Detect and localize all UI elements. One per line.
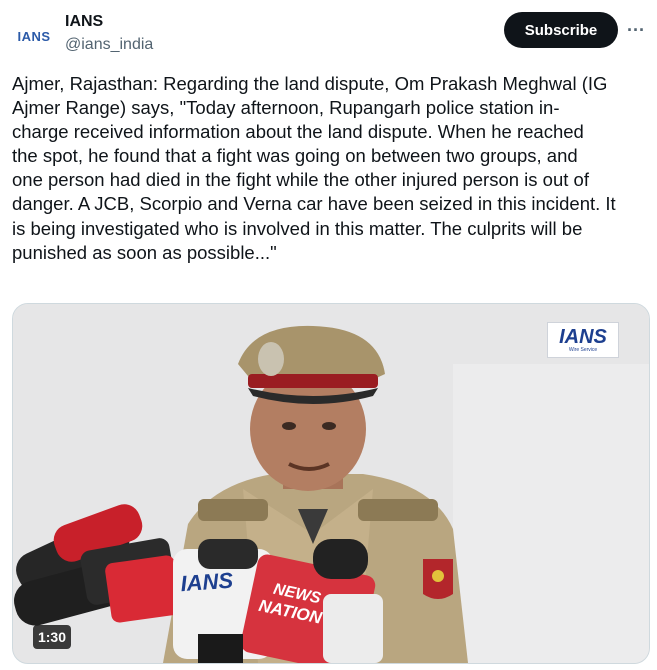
- video-media[interactable]: IANS NEWS NATION IANS Wire Service 1:30: [12, 303, 650, 664]
- video-duration-badge: 1:30: [33, 625, 71, 649]
- more-options-icon[interactable]: ···: [624, 16, 648, 44]
- account-handle[interactable]: @ians_india: [65, 36, 153, 54]
- avatar-logo-text: IANS: [17, 28, 51, 44]
- tweet-header: IANS IANS @ians_india Subscribe ···: [12, 10, 645, 62]
- ians-watermark-text: IANS: [559, 326, 607, 348]
- ians-mic-label: IANS: [180, 568, 235, 597]
- ians-watermark-subtext: Wire Service: [568, 347, 598, 353]
- account-name[interactable]: IANS: [65, 13, 103, 31]
- account-avatar[interactable]: IANS: [12, 14, 56, 58]
- tweet-text: Ajmer, Rajasthan: Regarding the land dis…: [12, 73, 616, 263]
- subscribe-button[interactable]: Subscribe: [504, 12, 618, 48]
- ians-watermark: IANS Wire Service: [547, 322, 619, 358]
